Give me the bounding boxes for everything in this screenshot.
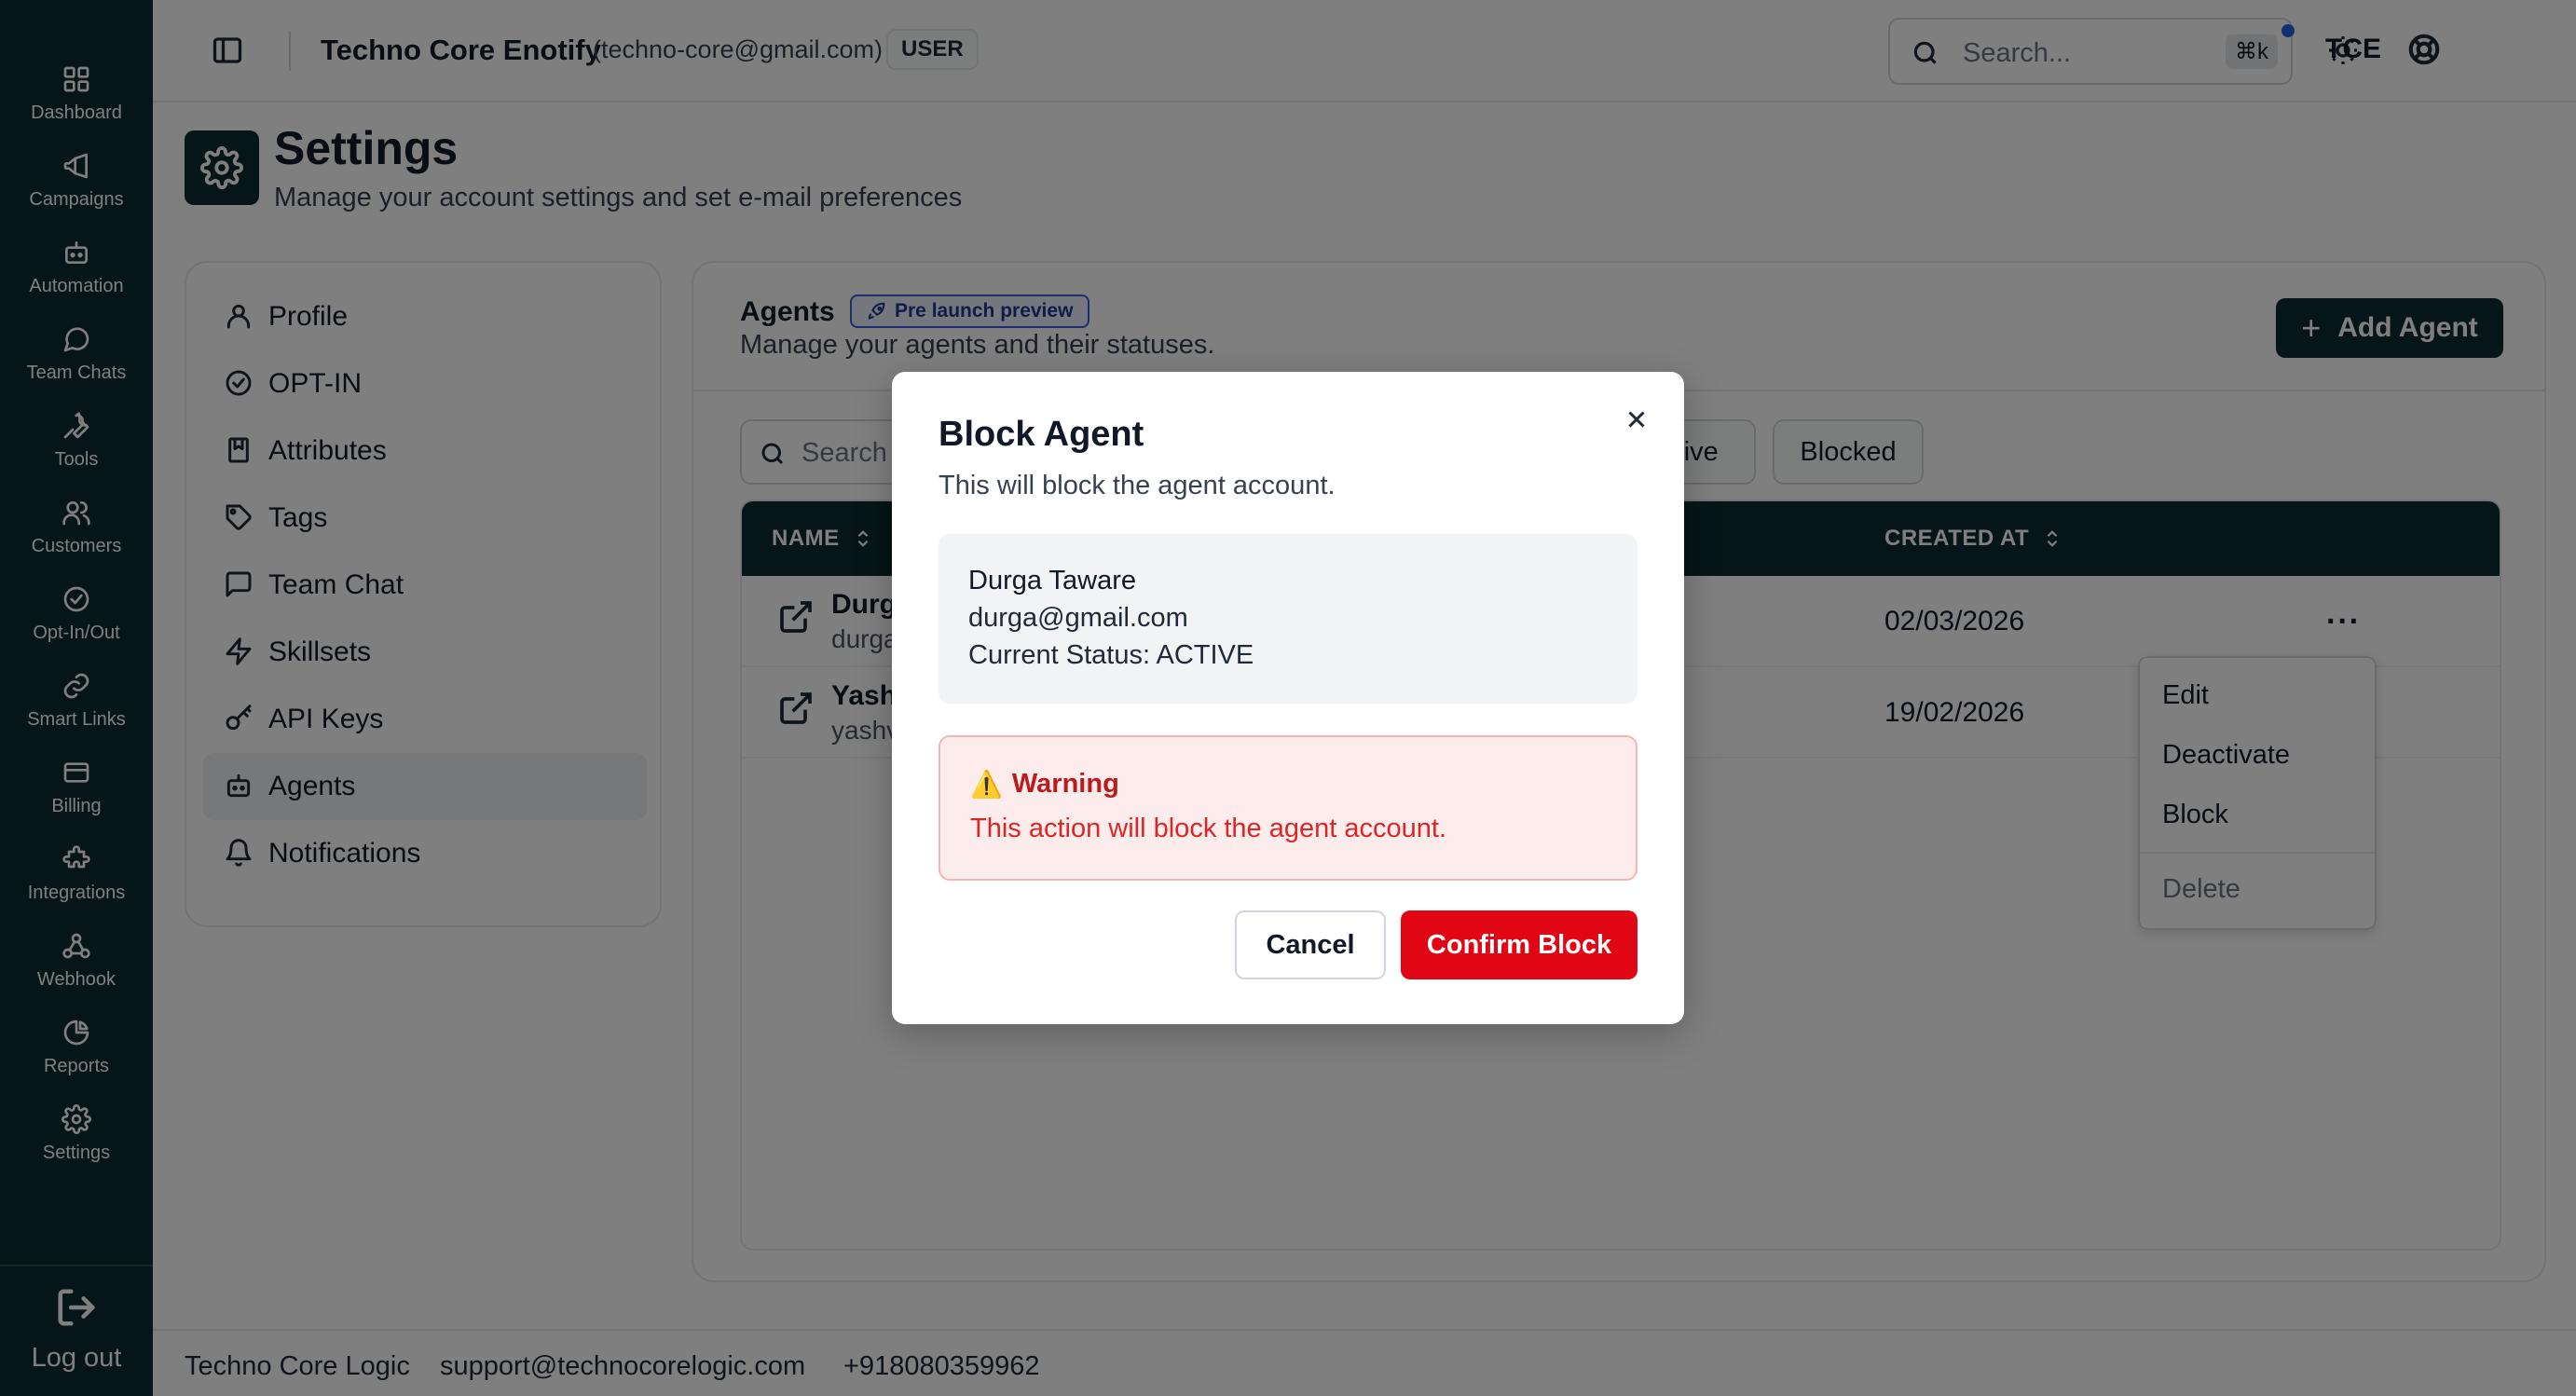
warning-icon: ⚠️ <box>970 770 1003 799</box>
dialog-title: Block Agent <box>939 415 1144 454</box>
menu-dim <box>2138 656 2377 930</box>
cancel-button[interactable]: Cancel <box>1235 910 1386 979</box>
warning-message: This action will block the agent account… <box>970 814 1446 843</box>
warning-box: ⚠️ Warning This action will block the ag… <box>939 735 1637 881</box>
warning-title-row: ⚠️ Warning <box>970 769 1119 800</box>
block-agent-dialog: Block Agent This will block the agent ac… <box>892 372 1684 1024</box>
confirm-block-button[interactable]: Confirm Block <box>1401 910 1637 979</box>
close-icon[interactable] <box>1623 405 1652 435</box>
agent-full-name: Durga Taware <box>968 566 1137 595</box>
agent-current-status: Current Status: ACTIVE <box>968 640 1254 670</box>
agent-info-box: Durga Taware durga@gmail.com Current Sta… <box>939 534 1637 704</box>
agent-full-email: durga@gmail.com <box>968 603 1188 633</box>
dialog-description: This will block the agent account. <box>939 471 1336 500</box>
warning-title: Warning <box>1011 769 1119 799</box>
